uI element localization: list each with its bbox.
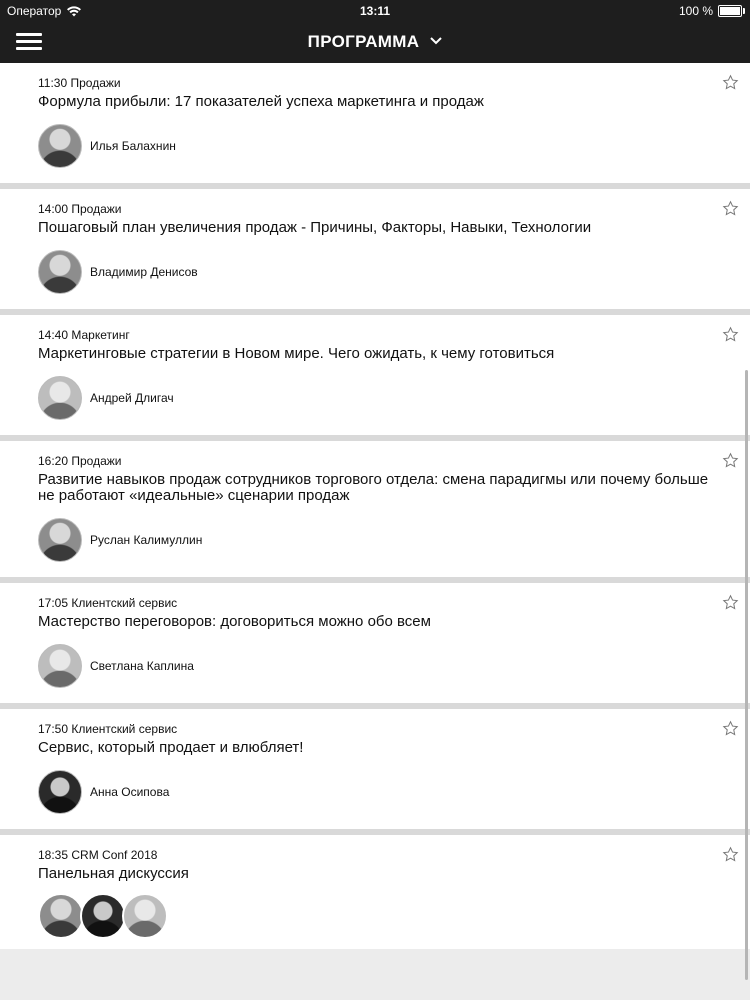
speaker-name: Андрей Длигач — [90, 391, 174, 405]
session-track: Продажи — [71, 454, 122, 468]
session-title: Сервис, который продает и влюбляет! — [38, 739, 304, 756]
session-title: Формула прибыли: 17 показателей успеха м… — [38, 93, 484, 110]
battery-percent: 100 % — [678, 4, 713, 18]
speaker-name: Анна Осипова — [90, 785, 170, 799]
speaker-name: Светлана Каплина — [90, 659, 194, 673]
chevron-down-icon — [430, 37, 443, 45]
session-title: Маркетинговые стратегии в Новом мире. Че… — [38, 345, 555, 362]
program-title-dropdown[interactable]: ПРОГРАММА — [0, 32, 750, 52]
session-track: Продажи — [71, 202, 122, 216]
favorite-star-icon[interactable] — [722, 846, 739, 863]
avatar — [38, 644, 82, 688]
session-time: 16:20 — [38, 454, 69, 468]
battery-status: 100 % — [678, 4, 745, 18]
page-title: ПРОГРАММА — [307, 32, 420, 51]
session-track: CRM Conf 2018 — [71, 848, 158, 862]
avatar — [38, 376, 82, 420]
session-card[interactable]: 17:05 Клиентский сервис Мастерство перег… — [0, 583, 750, 709]
session-card[interactable]: 11:30 Продажи Формула прибыли: 17 показа… — [0, 63, 750, 189]
avatar — [38, 250, 82, 294]
favorite-star-icon[interactable] — [722, 326, 739, 343]
avatar — [122, 893, 168, 939]
session-track: Маркетинг — [71, 328, 130, 342]
session-time: 17:50 — [38, 722, 69, 736]
session-title: Мастерство переговоров: договориться мож… — [38, 613, 431, 630]
avatar — [38, 518, 82, 562]
speaker[interactable]: Светлана Каплина — [38, 644, 194, 688]
speaker[interactable]: Илья Балахнин — [38, 124, 176, 168]
session-card[interactable]: 18:35 CRM Conf 2018 Панельная дискуссия — [0, 835, 750, 949]
favorite-star-icon[interactable] — [722, 720, 739, 737]
session-card[interactable]: 14:40 Маркетинг Маркетинговые стратегии … — [0, 315, 750, 441]
status-time: 13:11 — [359, 4, 391, 18]
speaker[interactable]: Руслан Калимуллин — [38, 518, 202, 562]
session-list: 11:30 Продажи Формула прибыли: 17 показа… — [0, 63, 750, 949]
speaker-group[interactable] — [38, 893, 168, 939]
session-time: 18:35 — [38, 848, 69, 862]
session-time: 14:40 — [38, 328, 69, 342]
session-meta: 18:35 CRM Conf 2018 — [38, 848, 157, 862]
session-title: Пошаговый план увеличения продаж - Причи… — [38, 219, 592, 236]
session-meta: 16:20 Продажи — [38, 454, 122, 468]
session-time: 14:00 — [38, 202, 69, 216]
session-meta: 14:00 Продажи — [38, 202, 122, 216]
avatar — [38, 770, 82, 814]
session-track: Продажи — [70, 76, 121, 90]
speaker[interactable]: Андрей Длигач — [38, 376, 174, 420]
session-time: 17:05 — [38, 596, 69, 610]
avatar-group — [38, 893, 168, 939]
speaker[interactable]: Анна Осипова — [38, 770, 169, 814]
speaker-name: Владимир Денисов — [90, 265, 198, 279]
session-track: Клиентский сервис — [71, 596, 178, 610]
list-footer-area — [0, 955, 750, 1000]
speaker-name: Руслан Калимуллин — [90, 533, 203, 547]
session-meta: 14:40 Маркетинг — [38, 328, 130, 342]
favorite-star-icon[interactable] — [722, 74, 739, 91]
session-meta: 17:50 Клиентский сервис — [38, 722, 177, 736]
battery-icon — [718, 5, 745, 17]
status-bar: Оператор 13:11 100 % — [0, 0, 750, 22]
session-meta: 11:30 Продажи — [38, 76, 121, 90]
avatar — [38, 124, 82, 168]
scrollbar[interactable] — [745, 370, 748, 980]
session-meta: 17:05 Клиентский сервис — [38, 596, 177, 610]
session-track: Клиентский сервис — [71, 722, 178, 736]
avatar — [38, 893, 84, 939]
session-title: Панельная дискуссия — [38, 865, 189, 882]
session-card[interactable]: 14:00 Продажи Пошаговый план увеличения … — [0, 189, 750, 315]
speaker-name: Илья Балахнин — [90, 139, 176, 153]
speaker[interactable]: Владимир Денисов — [38, 250, 198, 294]
avatar — [80, 893, 126, 939]
session-time: 11:30 — [38, 76, 68, 90]
favorite-star-icon[interactable] — [722, 594, 739, 611]
favorite-star-icon[interactable] — [722, 452, 739, 469]
nav-bar: ПРОГРАММА — [0, 22, 750, 63]
session-title: Развитие навыков продаж сотрудников торг… — [38, 471, 709, 504]
session-card[interactable]: 16:20 Продажи Развитие навыков продаж со… — [0, 441, 750, 583]
favorite-star-icon[interactable] — [722, 200, 739, 217]
session-card[interactable]: 17:50 Клиентский сервис Сервис, который … — [0, 709, 750, 835]
